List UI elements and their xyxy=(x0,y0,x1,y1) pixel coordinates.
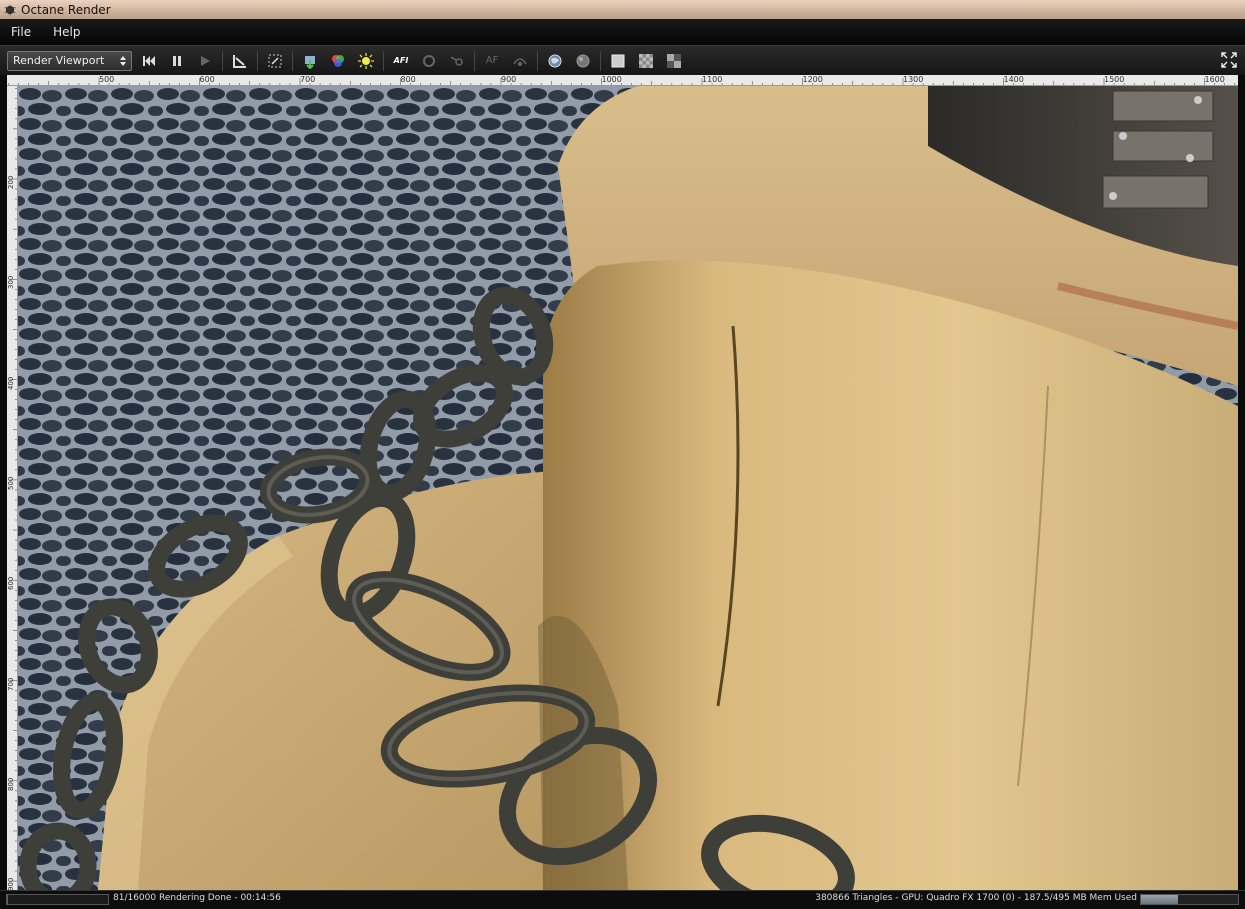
updown-arrow-icon xyxy=(120,55,126,66)
afi-label: AFI xyxy=(393,56,409,65)
load-button[interactable] xyxy=(299,50,321,72)
ruler-label: 500 xyxy=(99,75,115,84)
viewport-select-label: Render Viewport xyxy=(13,54,105,67)
separator xyxy=(537,50,538,71)
ruler-label: 900 xyxy=(7,877,15,890)
ruler-label: 1100 xyxy=(702,75,723,84)
fullscreen-button[interactable] xyxy=(1219,50,1239,70)
camera-button[interactable] xyxy=(509,50,531,72)
checker-button[interactable] xyxy=(635,50,657,72)
ruler-label: 400 xyxy=(7,376,15,390)
alpha-icon xyxy=(667,53,681,68)
viewport-select[interactable]: Render Viewport xyxy=(7,50,132,71)
menu-bar: File Help xyxy=(0,19,1245,45)
pause-button[interactable] xyxy=(166,50,188,72)
ruler-label: 300 xyxy=(7,275,15,290)
fullscreen-icon xyxy=(1221,52,1237,68)
restart-icon xyxy=(143,55,155,66)
refresh-button[interactable] xyxy=(418,50,440,72)
ruler-label: 1600 xyxy=(1204,75,1225,84)
ruler-label: 700 xyxy=(7,677,15,691)
ruler-label: 700 xyxy=(300,75,316,84)
ruler-ticks xyxy=(8,78,1235,85)
checker-icon xyxy=(639,53,653,68)
render-progress-bar xyxy=(6,894,109,905)
ruler-label: 1500 xyxy=(1104,75,1125,84)
load-icon xyxy=(305,55,315,69)
ruler-label: 600 xyxy=(7,576,15,591)
render-progress-fill xyxy=(7,895,8,904)
play-icon xyxy=(201,55,210,66)
material-button[interactable] xyxy=(572,50,594,72)
vertical-ruler: 200 300 400 500 600 700 800 900 xyxy=(7,86,18,890)
world-icon xyxy=(548,54,562,67)
ruler-label: 200 xyxy=(7,175,15,189)
light-button[interactable] xyxy=(355,50,377,72)
separator xyxy=(222,50,223,71)
clay-mode-button[interactable] xyxy=(607,50,629,72)
restart-button[interactable] xyxy=(138,50,160,72)
clay-mode-icon xyxy=(611,54,625,67)
region-select-icon xyxy=(233,54,246,68)
world-button[interactable] xyxy=(544,50,566,72)
zoom-fit-icon xyxy=(268,54,282,67)
menu-help[interactable]: Help xyxy=(42,19,91,45)
region-button[interactable] xyxy=(229,50,251,72)
material-icon xyxy=(576,54,590,67)
color-picker-icon xyxy=(332,54,344,67)
ruler-label: 900 xyxy=(501,75,517,84)
separator xyxy=(600,50,601,71)
ruler-label: 1300 xyxy=(903,75,924,84)
light-icon xyxy=(358,52,374,69)
memory-usage-fill xyxy=(1141,895,1178,904)
refresh-icon xyxy=(423,54,435,67)
ruler-label: 500 xyxy=(7,476,15,490)
window-title: Octane Render xyxy=(21,2,111,17)
ruler-label: 1200 xyxy=(802,75,823,84)
camera-icon xyxy=(513,57,527,66)
menu-file[interactable]: File xyxy=(0,19,42,45)
pick-icon xyxy=(450,55,463,66)
alpha-button[interactable] xyxy=(663,50,685,72)
separator xyxy=(383,50,384,71)
separator xyxy=(257,50,258,71)
separator xyxy=(474,50,475,71)
ruler-label: 1400 xyxy=(1003,75,1024,84)
title-bar: Octane Render xyxy=(0,0,1245,19)
render-viewport[interactable] xyxy=(18,86,1238,890)
toolbar: Render Viewport AFI AF xyxy=(0,45,1245,75)
color-button[interactable] xyxy=(327,50,349,72)
memory-usage-bar xyxy=(1140,894,1239,905)
pick-button[interactable] xyxy=(446,50,468,72)
pause-icon xyxy=(173,55,181,66)
zoom-fit-button[interactable] xyxy=(264,50,286,72)
separator xyxy=(292,50,293,71)
status-bar: 81/16000 Rendering Done - 00:14:56 38086… xyxy=(0,890,1245,909)
afi-button[interactable]: AFI xyxy=(390,50,412,72)
horizontal-ruler: 500 600 700 800 900 1000 1100 1200 1300 1400 1500 1… xyxy=(7,75,1238,86)
ruler-label: 800 xyxy=(400,75,416,84)
play-button[interactable] xyxy=(194,50,216,72)
render-image xyxy=(18,86,1238,890)
render-status-text: 81/16000 Rendering Done - 00:14:56 xyxy=(113,893,281,903)
ruler-label: 600 xyxy=(199,75,215,84)
octane-logo-icon xyxy=(4,3,16,16)
ruler-label: 1000 xyxy=(601,75,622,84)
autofocus-button[interactable]: AF xyxy=(481,50,503,72)
af-label: AF xyxy=(485,55,499,66)
ruler-label: 800 xyxy=(7,777,15,791)
scene-info-text: 380866 Triangles - GPU: Quadro FX 1700 (… xyxy=(815,893,1137,903)
